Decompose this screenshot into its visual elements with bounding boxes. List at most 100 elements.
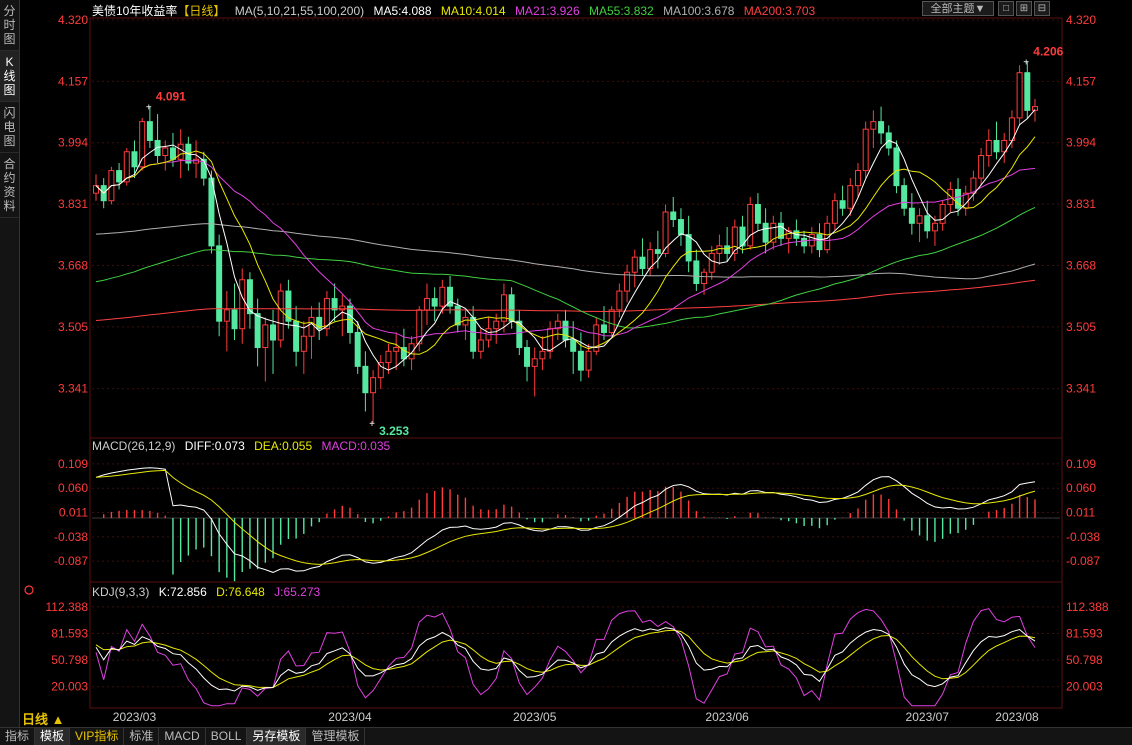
candle-body [854,170,861,187]
candle-body [146,121,153,141]
x-tick-label: 2023/03 [113,710,157,724]
candle-body [631,256,638,273]
kdj-d-line [95,629,1036,689]
candle-body [570,339,577,352]
candle-body [708,252,715,273]
window-grid-icon[interactable]: ⊞ [1016,1,1032,16]
candle-body [216,245,223,322]
candle-body [1016,72,1023,119]
candle-body [901,185,908,209]
main-tick-label-right: 3.668 [1066,258,1096,272]
candle-body [947,188,954,205]
candle-body [577,350,584,371]
candle-body [878,121,885,134]
candle-body [308,316,315,337]
window-minimize-icon[interactable]: ⊟ [1034,1,1050,16]
extreme-marker: + [1023,57,1029,68]
tab-template[interactable]: 模板 [35,728,71,745]
candle-body [377,362,384,379]
macd-header: MACD(26,12,9) DIFF:0.073 DEA:0.055 MACD:… [92,439,396,453]
extreme-marker: + [369,419,375,430]
candle-body [493,320,500,330]
chart-canvas[interactable]: 4.320 4.320 4.157 4.157 3.994 3.994 3.831 3.831… [0,0,1132,727]
kdj-tick-label-left: 81.593 [51,627,88,641]
candle-body [585,350,592,371]
candle-body [801,237,808,247]
candle-body [816,234,823,251]
period-selector-button[interactable]: 日线 ▲ [22,709,64,727]
ma10-value: MA10:4.014 [440,4,506,18]
candle-body [862,128,869,172]
candle-body [254,313,261,349]
candle-body [916,215,923,224]
main-tick-label-right: 3.505 [1066,320,1096,334]
macd-title: MACD(26,12,9) [92,439,176,453]
kdj-tick-label-left: 20.003 [51,680,88,694]
candle-body [539,350,546,360]
candle-body [908,207,915,224]
main-tick-label-left: 3.341 [58,382,88,396]
macd-tick-label-left: -0.038 [54,530,88,544]
tab-macd[interactable]: MACD [159,728,206,745]
main-tick-label-left: 3.505 [58,320,88,334]
candle-body [670,211,677,221]
period-tag: 【日线】 [177,4,226,18]
theme-dropdown-button[interactable]: 全部主题▼ [922,1,994,16]
candle-body [1024,72,1031,111]
candle-body [500,294,507,322]
kdj-tick-label-right: 50.798 [1066,653,1103,667]
kdj-j: J:65.273 [274,585,321,599]
candle-body [270,324,277,341]
ma100-value: MA100:3.678 [663,4,735,18]
kdj-j-line [95,608,1036,707]
tab-boll[interactable]: BOLL [206,728,248,745]
candle-body [993,139,1000,153]
main-tick-label-right: 4.320 [1066,13,1096,27]
candle-body [116,170,123,183]
candle-body [662,211,669,254]
main-tick-label-left: 3.994 [58,136,88,150]
candle-body [985,139,992,157]
candle-body [370,377,377,394]
candle-body [716,245,723,254]
ma55-value: MA55:3.832 [589,4,654,18]
candle-body [939,203,946,224]
main-tick-label-right: 3.341 [1066,382,1096,396]
macd-tick-label-left: 0.011 [59,506,88,520]
macd-tick-label-right: 0.060 [1066,481,1096,495]
x-tick-label: 2023/08 [995,710,1039,724]
candle-body [893,147,900,187]
candle-body [600,324,607,333]
candle-body [169,147,176,160]
tab-standard[interactable]: 标准 [124,728,160,745]
candle-body [239,279,246,330]
x-tick-label: 2023/06 [705,710,749,724]
candle-body [693,260,700,285]
candle-body [177,143,184,160]
kdj-k: K:72.856 [158,585,207,599]
window-restore-icon[interactable]: □ [998,1,1014,16]
kdj-tick-label-left: 112.388 [46,600,89,614]
candle-body [508,294,515,322]
candle-body [762,222,769,243]
candle-body [139,121,146,168]
macd-diff-line [95,467,1036,573]
chart-frame [89,17,1063,709]
tab-vip-indicator[interactable]: VIP指标 [70,728,125,745]
ma5-value: MA5:4.088 [373,4,432,18]
candle-body [955,188,962,209]
tab-indicator[interactable]: 指标 [0,728,36,745]
candle-body [362,365,369,394]
kdj-tick-label-right: 81.593 [1066,627,1103,641]
macd-tick-label-right: 0.011 [1066,506,1095,520]
candle-body [847,185,854,209]
macd-tick-label-right: -0.038 [1066,530,1100,544]
candle-body [547,328,554,352]
candle-body [839,200,846,209]
tab-save-template[interactable]: 另存模板 [247,728,307,745]
macd-tick-label-right: 0.109 [1066,457,1096,471]
candle-body [439,286,446,307]
candle-body [162,147,169,157]
tab-manage-template[interactable]: 管理模板 [306,728,366,745]
candle-body [747,203,754,247]
